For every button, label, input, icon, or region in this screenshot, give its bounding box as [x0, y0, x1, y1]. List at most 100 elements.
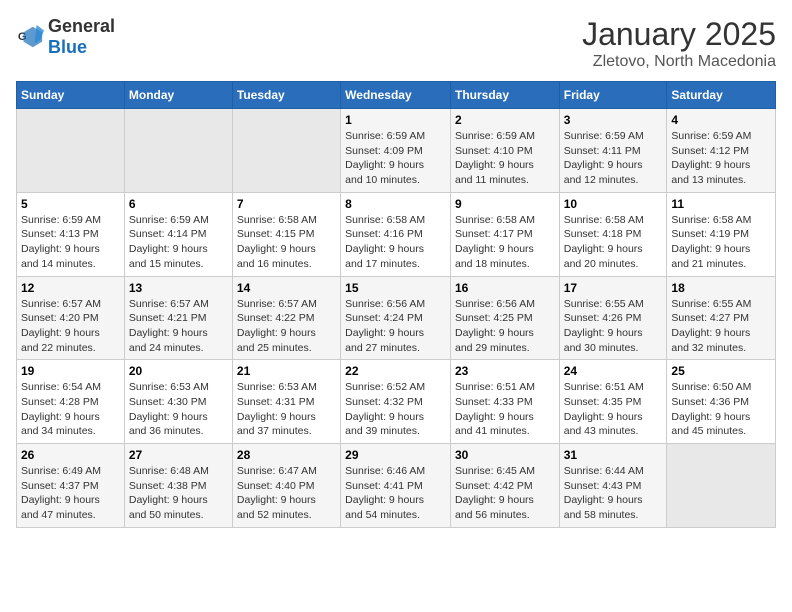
calendar-cell: 17Sunrise: 6:55 AM Sunset: 4:26 PM Dayli…	[559, 276, 667, 360]
page-header: G General Blue January 2025 Zletovo, Nor…	[16, 16, 776, 71]
day-number: 30	[455, 448, 555, 462]
day-number: 13	[129, 281, 228, 295]
day-info: Sunrise: 6:59 AM Sunset: 4:12 PM Dayligh…	[671, 129, 771, 188]
day-info: Sunrise: 6:59 AM Sunset: 4:14 PM Dayligh…	[129, 213, 228, 272]
calendar-cell: 20 Sunrise: 6:53 AM Sunset: 4:30 PM Dayli…	[124, 360, 232, 444]
day-number: 15	[345, 281, 446, 295]
day-info: Sunrise: 6:53 AM Sunset: 4:30 PM Dayligh…	[129, 380, 228, 439]
day-number: 8	[345, 197, 446, 211]
day-info: Sunrise: 6:59 AM Sunset: 4:09 PM Dayligh…	[345, 129, 446, 188]
day-number: 19	[21, 364, 120, 378]
calendar-cell	[17, 109, 125, 193]
day-header-sunday: Sunday	[17, 82, 125, 109]
calendar-cell: 21 Sunrise: 6:53 AM Sunset: 4:31 PM Dayli…	[232, 360, 340, 444]
calendar-cell: 14 Sunrise: 6:57 AM Sunset: 4:22 PM Dayli…	[232, 276, 340, 360]
calendar-cell: 10 Sunrise: 6:58 AM Sunset: 4:18 PM Dayli…	[559, 192, 667, 276]
calendar-cell: 28 Sunrise: 6:47 AM Sunset: 4:40 PM Dayli…	[232, 444, 340, 528]
day-info: Sunrise: 6:59 AM Sunset: 4:13 PM Dayligh…	[21, 213, 120, 272]
day-header-friday: Friday	[559, 82, 667, 109]
day-info: Sunrise: 6:57 AM Sunset: 4:20 PM Dayligh…	[21, 297, 120, 356]
day-number: 10	[564, 197, 663, 211]
day-info: Sunrise: 6:47 AM Sunset: 4:40 PM Dayligh…	[237, 464, 336, 523]
calendar-cell: 31 Sunrise: 6:44 AM Sunset: 4:43 PM Dayli…	[559, 444, 667, 528]
day-info: Sunrise: 6:59 AM Sunset: 4:11 PM Dayligh…	[564, 129, 663, 188]
day-header-wednesday: Wednesday	[341, 82, 451, 109]
day-info: Sunrise: 6:58 AM Sunset: 4:16 PM Dayligh…	[345, 213, 446, 272]
calendar-cell: 29 Sunrise: 6:46 AM Sunset: 4:41 PM Dayli…	[341, 444, 451, 528]
logo: G General Blue	[16, 16, 115, 58]
calendar-cell: 5Sunrise: 6:59 AM Sunset: 4:13 PM Daylig…	[17, 192, 125, 276]
day-info: Sunrise: 6:57 AM Sunset: 4:22 PM Dayligh…	[237, 297, 336, 356]
calendar-cell: 6 Sunrise: 6:59 AM Sunset: 4:14 PM Daylig…	[124, 192, 232, 276]
day-header-tuesday: Tuesday	[232, 82, 340, 109]
day-number: 25	[671, 364, 771, 378]
calendar-cell: 7Sunrise: 6:58 AM Sunset: 4:15 PM Daylig…	[232, 192, 340, 276]
day-info: Sunrise: 6:57 AM Sunset: 4:21 PM Dayligh…	[129, 297, 228, 356]
day-number: 16	[455, 281, 555, 295]
calendar-cell: 26 Sunrise: 6:49 AM Sunset: 4:37 PM Dayli…	[17, 444, 125, 528]
calendar-cell: 24 Sunrise: 6:51 AM Sunset: 4:35 PM Dayli…	[559, 360, 667, 444]
day-info: Sunrise: 6:58 AM Sunset: 4:19 PM Dayligh…	[671, 213, 771, 272]
calendar-cell: 15 Sunrise: 6:56 AM Sunset: 4:24 PM Dayli…	[341, 276, 451, 360]
day-number: 9	[455, 197, 555, 211]
day-number: 17	[564, 281, 663, 295]
calendar-cell: 4Sunrise: 6:59 AM Sunset: 4:12 PM Daylig…	[667, 109, 776, 193]
calendar-cell: 23Sunrise: 6:51 AM Sunset: 4:33 PM Dayli…	[450, 360, 559, 444]
day-number: 11	[671, 197, 771, 211]
calendar-cell: 12 Sunrise: 6:57 AM Sunset: 4:20 PM Dayli…	[17, 276, 125, 360]
day-info: Sunrise: 6:51 AM Sunset: 4:35 PM Dayligh…	[564, 380, 663, 439]
calendar-cell: 13 Sunrise: 6:57 AM Sunset: 4:21 PM Dayli…	[124, 276, 232, 360]
day-number: 28	[237, 448, 336, 462]
day-info: Sunrise: 6:48 AM Sunset: 4:38 PM Dayligh…	[129, 464, 228, 523]
calendar-cell: 9Sunrise: 6:58 AM Sunset: 4:17 PM Daylig…	[450, 192, 559, 276]
week-row-3: 12 Sunrise: 6:57 AM Sunset: 4:20 PM Dayli…	[17, 276, 776, 360]
day-info: Sunrise: 6:55 AM Sunset: 4:27 PM Dayligh…	[671, 297, 771, 356]
day-info: Sunrise: 6:46 AM Sunset: 4:41 PM Dayligh…	[345, 464, 446, 523]
page-title: January 2025	[582, 16, 776, 53]
day-info: Sunrise: 6:44 AM Sunset: 4:43 PM Dayligh…	[564, 464, 663, 523]
calendar-cell: 1 Sunrise: 6:59 AM Sunset: 4:09 PM Daylig…	[341, 109, 451, 193]
logo-icon: G	[16, 23, 44, 51]
day-info: Sunrise: 6:54 AM Sunset: 4:28 PM Dayligh…	[21, 380, 120, 439]
day-number: 31	[564, 448, 663, 462]
calendar-cell: 19 Sunrise: 6:54 AM Sunset: 4:28 PM Dayli…	[17, 360, 125, 444]
header-row: SundayMondayTuesdayWednesdayThursdayFrid…	[17, 82, 776, 109]
title-block: January 2025 Zletovo, North Macedonia	[582, 16, 776, 71]
day-number: 29	[345, 448, 446, 462]
day-number: 2	[455, 113, 555, 127]
calendar-cell: 25Sunrise: 6:50 AM Sunset: 4:36 PM Dayli…	[667, 360, 776, 444]
day-number: 12	[21, 281, 120, 295]
day-info: Sunrise: 6:56 AM Sunset: 4:24 PM Dayligh…	[345, 297, 446, 356]
day-number: 14	[237, 281, 336, 295]
calendar-cell: 22Sunrise: 6:52 AM Sunset: 4:32 PM Dayli…	[341, 360, 451, 444]
calendar-cell: 8 Sunrise: 6:58 AM Sunset: 4:16 PM Daylig…	[341, 192, 451, 276]
calendar-cell	[124, 109, 232, 193]
day-number: 7	[237, 197, 336, 211]
day-number: 6	[129, 197, 228, 211]
logo-general: General	[48, 16, 115, 36]
day-number: 18	[671, 281, 771, 295]
day-info: Sunrise: 6:45 AM Sunset: 4:42 PM Dayligh…	[455, 464, 555, 523]
day-header-thursday: Thursday	[450, 82, 559, 109]
day-header-saturday: Saturday	[667, 82, 776, 109]
calendar-cell: 16 Sunrise: 6:56 AM Sunset: 4:25 PM Dayli…	[450, 276, 559, 360]
calendar-cell	[232, 109, 340, 193]
logo-blue: Blue	[48, 37, 87, 57]
calendar-cell: 30 Sunrise: 6:45 AM Sunset: 4:42 PM Dayli…	[450, 444, 559, 528]
day-info: Sunrise: 6:56 AM Sunset: 4:25 PM Dayligh…	[455, 297, 555, 356]
day-number: 27	[129, 448, 228, 462]
day-info: Sunrise: 6:52 AM Sunset: 4:32 PM Dayligh…	[345, 380, 446, 439]
day-number: 21	[237, 364, 336, 378]
day-number: 24	[564, 364, 663, 378]
calendar-cell: 2Sunrise: 6:59 AM Sunset: 4:10 PM Daylig…	[450, 109, 559, 193]
day-number: 1	[345, 113, 446, 127]
day-number: 20	[129, 364, 228, 378]
calendar-cell: 27 Sunrise: 6:48 AM Sunset: 4:38 PM Dayli…	[124, 444, 232, 528]
day-info: Sunrise: 6:49 AM Sunset: 4:37 PM Dayligh…	[21, 464, 120, 523]
day-number: 26	[21, 448, 120, 462]
day-info: Sunrise: 6:53 AM Sunset: 4:31 PM Dayligh…	[237, 380, 336, 439]
week-row-4: 19 Sunrise: 6:54 AM Sunset: 4:28 PM Dayli…	[17, 360, 776, 444]
day-info: Sunrise: 6:51 AM Sunset: 4:33 PM Dayligh…	[455, 380, 555, 439]
day-info: Sunrise: 6:58 AM Sunset: 4:18 PM Dayligh…	[564, 213, 663, 272]
logo-text: General Blue	[48, 16, 115, 58]
